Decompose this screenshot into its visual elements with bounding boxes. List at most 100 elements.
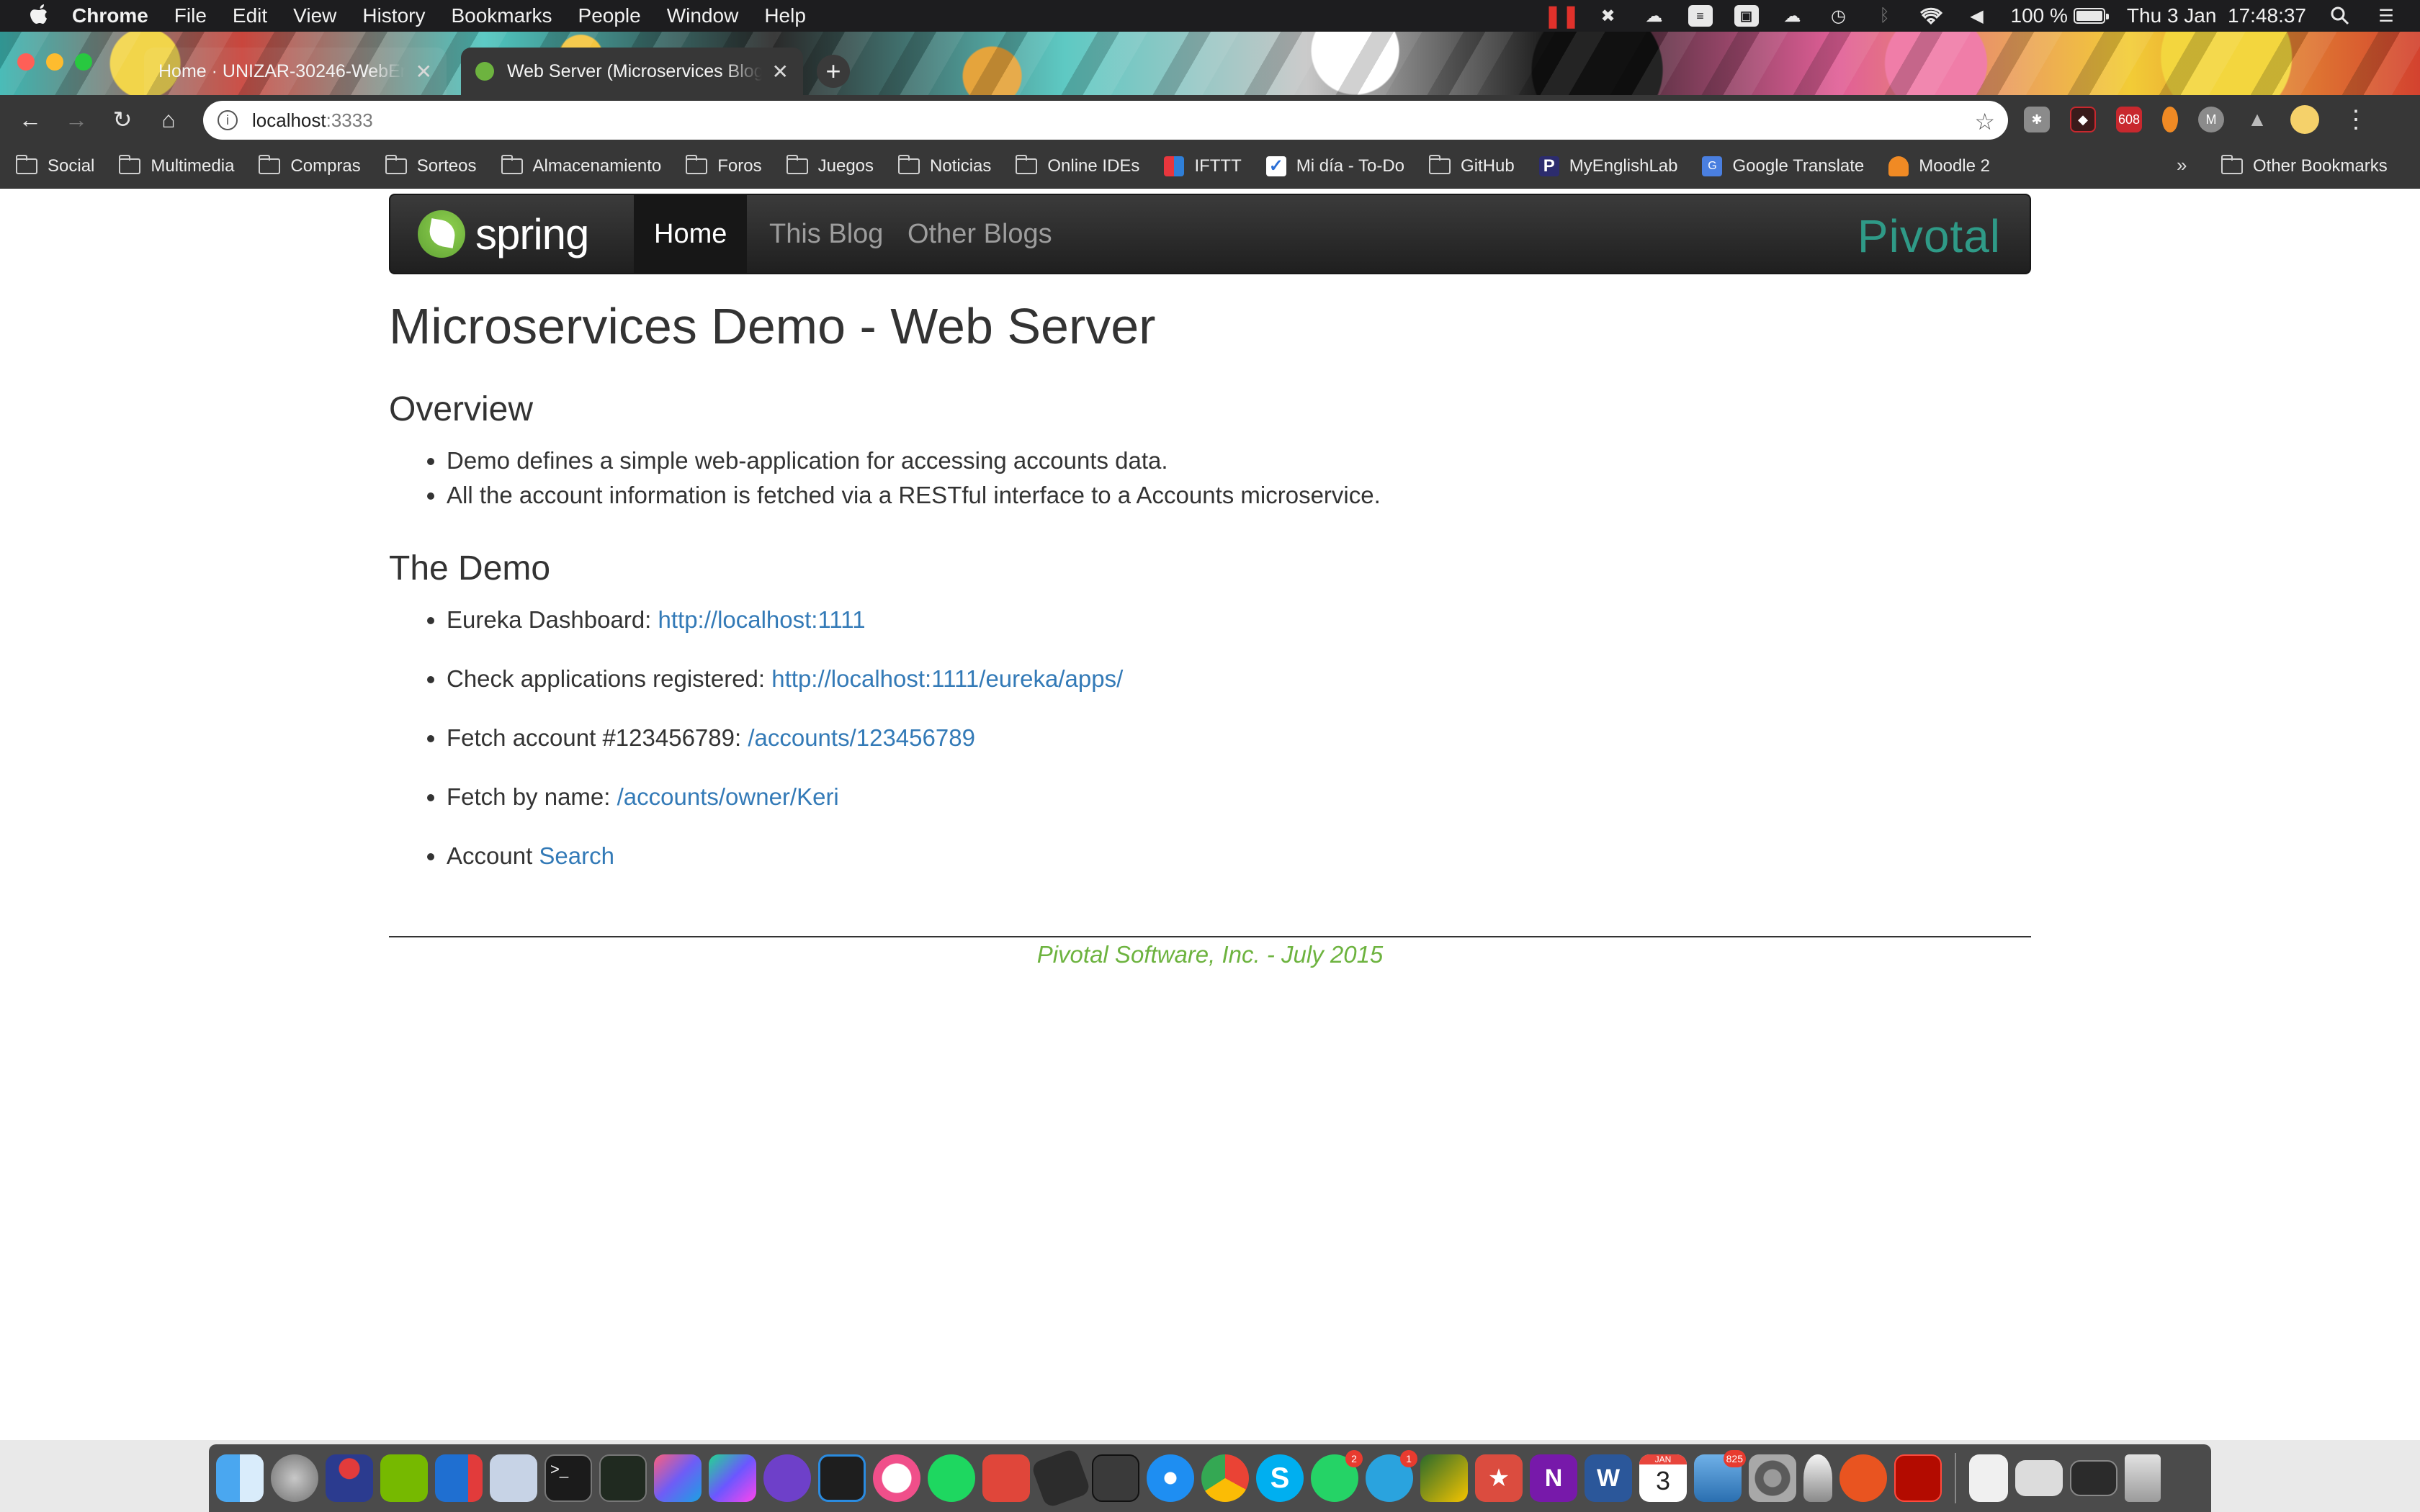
bookmark-ifttt[interactable]: IFTTT: [1164, 156, 1242, 176]
skype-icon[interactable]: S: [1256, 1454, 1304, 1502]
parallels-bars-icon[interactable]: ❚❚: [1543, 4, 1579, 28]
preview-icon[interactable]: 825: [1694, 1450, 1746, 1502]
menu-file[interactable]: File: [174, 4, 207, 27]
bookmark-moodle[interactable]: Moodle 2: [1888, 156, 1990, 176]
whatsapp-icon[interactable]: 2: [1311, 1450, 1363, 1502]
datagrip-icon[interactable]: [709, 1454, 756, 1502]
bookmark-online-ides[interactable]: Online IDEs: [1016, 154, 1139, 176]
finder-icon[interactable]: [216, 1454, 264, 1502]
bookmark-myenglishlab[interactable]: P MyEnglishLab: [1538, 156, 1677, 176]
menu-people[interactable]: People: [578, 4, 641, 27]
pivotal-logo[interactable]: Pivotal: [1857, 210, 2001, 263]
profile-avatar[interactable]: [2290, 105, 2319, 134]
bookmark-sorteos[interactable]: Sorteos: [385, 154, 477, 176]
tab-web-server[interactable]: Web Server (Microservices Blog) ✕: [461, 48, 803, 95]
tab-close-icon[interactable]: ✕: [416, 60, 432, 84]
bookmark-noticias[interactable]: Noticias: [898, 154, 991, 176]
home-button[interactable]: ⌂: [145, 96, 192, 143]
doc-icon[interactable]: ▣: [1734, 5, 1759, 27]
intellij-icon[interactable]: [654, 1454, 702, 1502]
github-desktop-icon[interactable]: [763, 1454, 811, 1502]
window-minimize-button[interactable]: [46, 53, 63, 71]
time-machine-icon[interactable]: ◷: [1827, 5, 1851, 27]
nvidia-icon[interactable]: [380, 1454, 428, 1502]
bookmark-todo[interactable]: ✓ Mi día - To-Do: [1265, 156, 1404, 176]
gmail-notifier-icon[interactable]: 608: [2116, 107, 2142, 132]
chrome-icon[interactable]: [1201, 1454, 1249, 1502]
acrobat-icon[interactable]: [1894, 1454, 1942, 1502]
joystick-icon[interactable]: [326, 1454, 373, 1502]
wunderlist-icon[interactable]: ★: [1475, 1454, 1523, 1502]
minimized-window-icon[interactable]: [2015, 1460, 2063, 1496]
wifi-icon[interactable]: [1919, 5, 1943, 27]
menu-bookmarks[interactable]: Bookmarks: [451, 4, 552, 27]
menu-app-name[interactable]: Chrome: [72, 4, 148, 27]
upload-cloud-icon[interactable]: ☁: [1780, 5, 1805, 27]
chrome-menu-icon[interactable]: ⋮: [2344, 105, 2368, 134]
menu-history[interactable]: History: [362, 4, 425, 27]
rocket-icon[interactable]: [1803, 1454, 1832, 1502]
reload-button[interactable]: ↻: [99, 96, 145, 143]
tools-icon[interactable]: ✖: [1596, 5, 1621, 27]
back-button[interactable]: ←: [7, 96, 53, 143]
window-close-button[interactable]: [17, 53, 35, 71]
nav-home[interactable]: Home: [634, 195, 748, 273]
notification-center-icon[interactable]: ☰: [2374, 5, 2398, 27]
parallels-icon[interactable]: [435, 1454, 483, 1502]
safari-icon[interactable]: [1147, 1454, 1194, 1502]
extension-gear-icon[interactable]: ✱: [2024, 107, 2050, 132]
menubar-clock[interactable]: Thu 3 Jan 17:48:37: [2127, 4, 2306, 27]
ubuntu-icon[interactable]: [1839, 1454, 1887, 1502]
bookmark-github[interactable]: GitHub: [1429, 154, 1515, 176]
activity-monitor-icon[interactable]: [599, 1454, 647, 1502]
cardhop-icon[interactable]: [1030, 1447, 1092, 1509]
google-drive-icon[interactable]: ▲: [2244, 107, 2270, 132]
terminal-icon[interactable]: >_: [544, 1454, 592, 1502]
ublock-icon[interactable]: ◆: [2070, 107, 2096, 132]
eureka-dashboard-link[interactable]: http://localhost:1111: [658, 606, 866, 633]
onenote-icon[interactable]: N: [1530, 1454, 1577, 1502]
trash-icon[interactable]: [2125, 1454, 2161, 1502]
bluetooth-icon[interactable]: ᛒ: [1873, 5, 1897, 27]
system-preferences-icon[interactable]: [1749, 1454, 1796, 1502]
account-search-link[interactable]: Search: [539, 842, 614, 869]
menu-edit[interactable]: Edit: [233, 4, 267, 27]
volume-icon[interactable]: ◀: [1965, 5, 1989, 27]
nav-this-blog[interactable]: This Blog: [749, 195, 903, 273]
calendar-icon[interactable]: JAN 3: [1639, 1454, 1687, 1502]
extension-orange-icon[interactable]: [2162, 107, 2178, 132]
bookmark-almacenamiento[interactable]: Almacenamiento: [501, 154, 661, 176]
extension-m-icon[interactable]: M: [2198, 107, 2224, 132]
bookmark-foros[interactable]: Foros: [686, 154, 762, 176]
keyboard-icon[interactable]: [1092, 1454, 1139, 1502]
word-icon[interactable]: W: [1585, 1454, 1632, 1502]
java-icon[interactable]: [1420, 1454, 1468, 1502]
documents-stack-icon[interactable]: [1969, 1454, 2008, 1502]
fetch-account-link[interactable]: /accounts/123456789: [748, 724, 975, 751]
java-window-icon[interactable]: [2070, 1460, 2118, 1496]
battery-indicator[interactable]: 100 %: [2011, 4, 2109, 27]
bookmark-compras[interactable]: Compras: [259, 154, 361, 176]
fetch-by-name-link[interactable]: /accounts/owner/Keri: [617, 783, 839, 810]
bookmark-star-icon[interactable]: ☆: [1974, 108, 1995, 135]
virtualbox-icon[interactable]: [490, 1454, 537, 1502]
bookmark-google-translate[interactable]: G Google Translate: [1702, 156, 1864, 176]
site-info-icon[interactable]: i: [218, 110, 238, 130]
forward-button[interactable]: →: [53, 96, 99, 143]
menu-help[interactable]: Help: [764, 4, 806, 27]
bookmark-multimedia[interactable]: Multimedia: [119, 154, 234, 176]
spotlight-icon[interactable]: [2328, 5, 2352, 27]
tab-unizar[interactable]: Home · UNIZAR-30246-WebEngineering ✕: [144, 48, 447, 95]
telegram-icon[interactable]: 1: [1366, 1450, 1417, 1502]
bookmark-social[interactable]: Social: [16, 154, 94, 176]
address-bar[interactable]: i localhost:3333 ☆: [203, 101, 2008, 140]
bookmarks-overflow-button[interactable]: »: [2177, 154, 2187, 176]
vscode-icon[interactable]: [818, 1454, 866, 1502]
menu-view[interactable]: View: [293, 4, 336, 27]
eureka-apps-link[interactable]: http://localhost:1111/eureka/apps/: [771, 665, 1123, 692]
other-bookmarks[interactable]: Other Bookmarks: [2221, 144, 2388, 189]
spotify-icon[interactable]: [928, 1454, 975, 1502]
apple-menu-icon[interactable]: [29, 4, 50, 28]
tab-close-icon[interactable]: ✕: [772, 60, 789, 84]
cloud-icon[interactable]: ☁: [1642, 5, 1667, 27]
